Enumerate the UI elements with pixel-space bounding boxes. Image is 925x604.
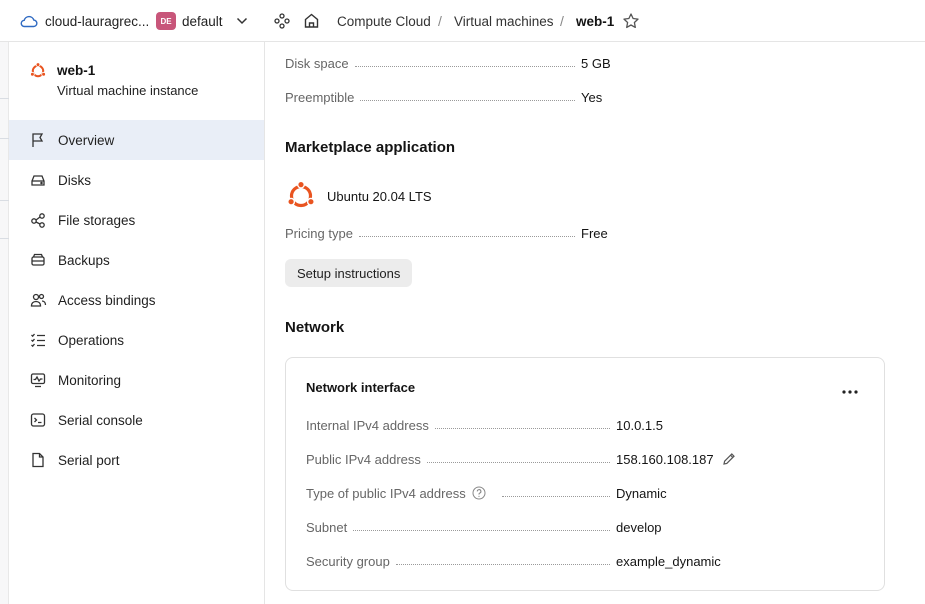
list-check-icon xyxy=(29,331,47,349)
share-nodes-icon xyxy=(29,211,47,229)
sidebar-item-file-storages[interactable]: File storages xyxy=(9,200,264,240)
public-ip-type-label: Type of public IPv4 address xyxy=(306,485,466,501)
sidebar-item-label: Monitoring xyxy=(58,372,122,388)
rail-divider xyxy=(0,98,9,99)
breadcrumb-current: web-1 xyxy=(576,13,615,29)
file-icon xyxy=(29,451,47,469)
main-content: Disk space 5 GB Preemptible Yes Marketpl… xyxy=(265,42,925,604)
internal-ip-row: Internal IPv4 address 10.0.1.5 xyxy=(306,416,796,434)
backup-icon xyxy=(29,251,47,269)
top-header: cloud-lauragrec... DE default Compute Cl… xyxy=(0,0,925,42)
security-group-row: Security group example_dynamic xyxy=(306,552,796,570)
sidebar-item-disks[interactable]: Disks xyxy=(9,160,264,200)
preemptible-value: Yes xyxy=(581,89,603,105)
leader-dots xyxy=(353,530,610,531)
disk-icon xyxy=(29,171,47,189)
sidebar-item-serial-port[interactable]: Serial port xyxy=(9,440,264,480)
subnet-row: Subnet develop xyxy=(306,518,796,536)
sidebar-item-label: Serial console xyxy=(58,412,143,428)
monitor-chart-icon xyxy=(29,371,47,389)
rail-divider xyxy=(0,138,9,139)
side-rail xyxy=(0,42,9,604)
flag-icon xyxy=(29,131,47,149)
security-group-label: Security group xyxy=(306,553,390,569)
internal-ip-label: Internal IPv4 address xyxy=(306,417,429,433)
subnet-link[interactable]: develop xyxy=(616,520,796,535)
preemptible-label: Preemptible xyxy=(285,89,355,105)
leader-dots xyxy=(434,428,610,429)
folder-badge[interactable]: DE xyxy=(156,12,176,30)
internal-ip-value: 10.0.1.5 xyxy=(616,417,663,433)
cloud-selector[interactable]: cloud-lauragrec... xyxy=(20,12,149,30)
breadcrumb-separator: / xyxy=(438,13,442,29)
security-group-link[interactable]: example_dynamic xyxy=(616,554,796,569)
sidebar: web-1 Virtual machine instance Overview … xyxy=(9,42,265,604)
sidebar-item-label: Operations xyxy=(58,332,125,348)
terminal-icon xyxy=(29,411,47,429)
pencil-icon[interactable] xyxy=(722,452,736,466)
pricing-label: Pricing type xyxy=(285,225,353,241)
cloud-icon xyxy=(20,14,38,28)
disk-space-value: 5 GB xyxy=(581,55,611,71)
services-icon[interactable] xyxy=(274,13,290,29)
public-ip-type-row: Type of public IPv4 address Dynamic xyxy=(306,484,796,502)
ubuntu-icon xyxy=(285,180,317,212)
subnet-label: Subnet xyxy=(306,519,348,535)
setup-instructions-button[interactable]: Setup instructions xyxy=(285,259,413,287)
breadcrumb-compute-cloud[interactable]: Compute Cloud xyxy=(337,12,431,30)
sidebar-nav: Overview Disks File storages Backups Acc… xyxy=(9,120,264,480)
ubuntu-icon xyxy=(29,62,47,80)
sidebar-item-operations[interactable]: Operations xyxy=(9,320,264,360)
network-interface-card: Network interface Internal IPv4 address … xyxy=(285,357,885,591)
public-ip-type-value: Dynamic xyxy=(616,485,667,501)
sidebar-item-access-bindings[interactable]: Access bindings xyxy=(9,280,264,320)
marketplace-section-title: Marketplace application xyxy=(285,139,456,156)
leader-dots xyxy=(501,496,610,497)
leader-dots xyxy=(358,236,575,237)
pricing-row: Pricing type Free xyxy=(285,224,617,242)
breadcrumb-separator: / xyxy=(560,13,564,29)
vm-type: Virtual machine instance xyxy=(57,83,199,98)
sidebar-item-backups[interactable]: Backups xyxy=(9,240,264,280)
app-name: Ubuntu 20.04 LTS xyxy=(327,188,432,204)
sidebar-item-overview[interactable]: Overview xyxy=(9,120,264,160)
leader-dots xyxy=(354,66,575,67)
leader-dots xyxy=(426,462,610,463)
vm-name: web-1 xyxy=(57,63,96,78)
public-ip-label: Public IPv4 address xyxy=(306,451,421,467)
public-ip-value: 158.160.108.187 xyxy=(616,451,714,467)
leader-dots xyxy=(360,100,575,101)
rail-divider xyxy=(0,238,9,239)
sidebar-item-label: Overview xyxy=(58,132,115,148)
folder-name[interactable]: default xyxy=(182,12,223,30)
card-title: Network interface xyxy=(306,380,416,395)
public-ip-type-label-wrap: Type of public IPv4 address xyxy=(306,486,486,501)
persons-icon xyxy=(29,291,47,309)
disk-space-label: Disk space xyxy=(285,55,349,71)
more-options-icon[interactable] xyxy=(840,384,860,400)
sidebar-item-label: Access bindings xyxy=(58,292,156,308)
pricing-value: Free xyxy=(581,225,608,241)
breadcrumb-virtual-machines[interactable]: Virtual machines xyxy=(454,12,554,30)
leader-dots xyxy=(395,564,610,565)
sidebar-item-label: File storages xyxy=(58,212,136,228)
public-ip-value-wrap: 158.160.108.187 xyxy=(616,452,796,467)
sidebar-item-monitoring[interactable]: Monitoring xyxy=(9,360,264,400)
sidebar-item-label: Disks xyxy=(58,172,91,188)
disk-space-row: Disk space 5 GB xyxy=(285,54,617,72)
marketplace-app: Ubuntu 20.04 LTS xyxy=(285,180,432,212)
public-ip-row: Public IPv4 address 158.160.108.187 xyxy=(306,450,796,468)
sidebar-item-label: Backups xyxy=(58,252,110,268)
chevron-down-icon[interactable] xyxy=(235,14,249,28)
help-icon[interactable] xyxy=(472,486,486,500)
sidebar-item-serial-console[interactable]: Serial console xyxy=(9,400,264,440)
home-icon[interactable] xyxy=(303,12,320,29)
network-section-title: Network xyxy=(285,319,345,336)
preemptible-row: Preemptible Yes xyxy=(285,88,617,106)
sidebar-item-label: Serial port xyxy=(58,452,120,468)
cloud-name: cloud-lauragrec... xyxy=(45,13,150,29)
star-icon[interactable] xyxy=(622,12,640,30)
rail-divider xyxy=(0,200,9,201)
